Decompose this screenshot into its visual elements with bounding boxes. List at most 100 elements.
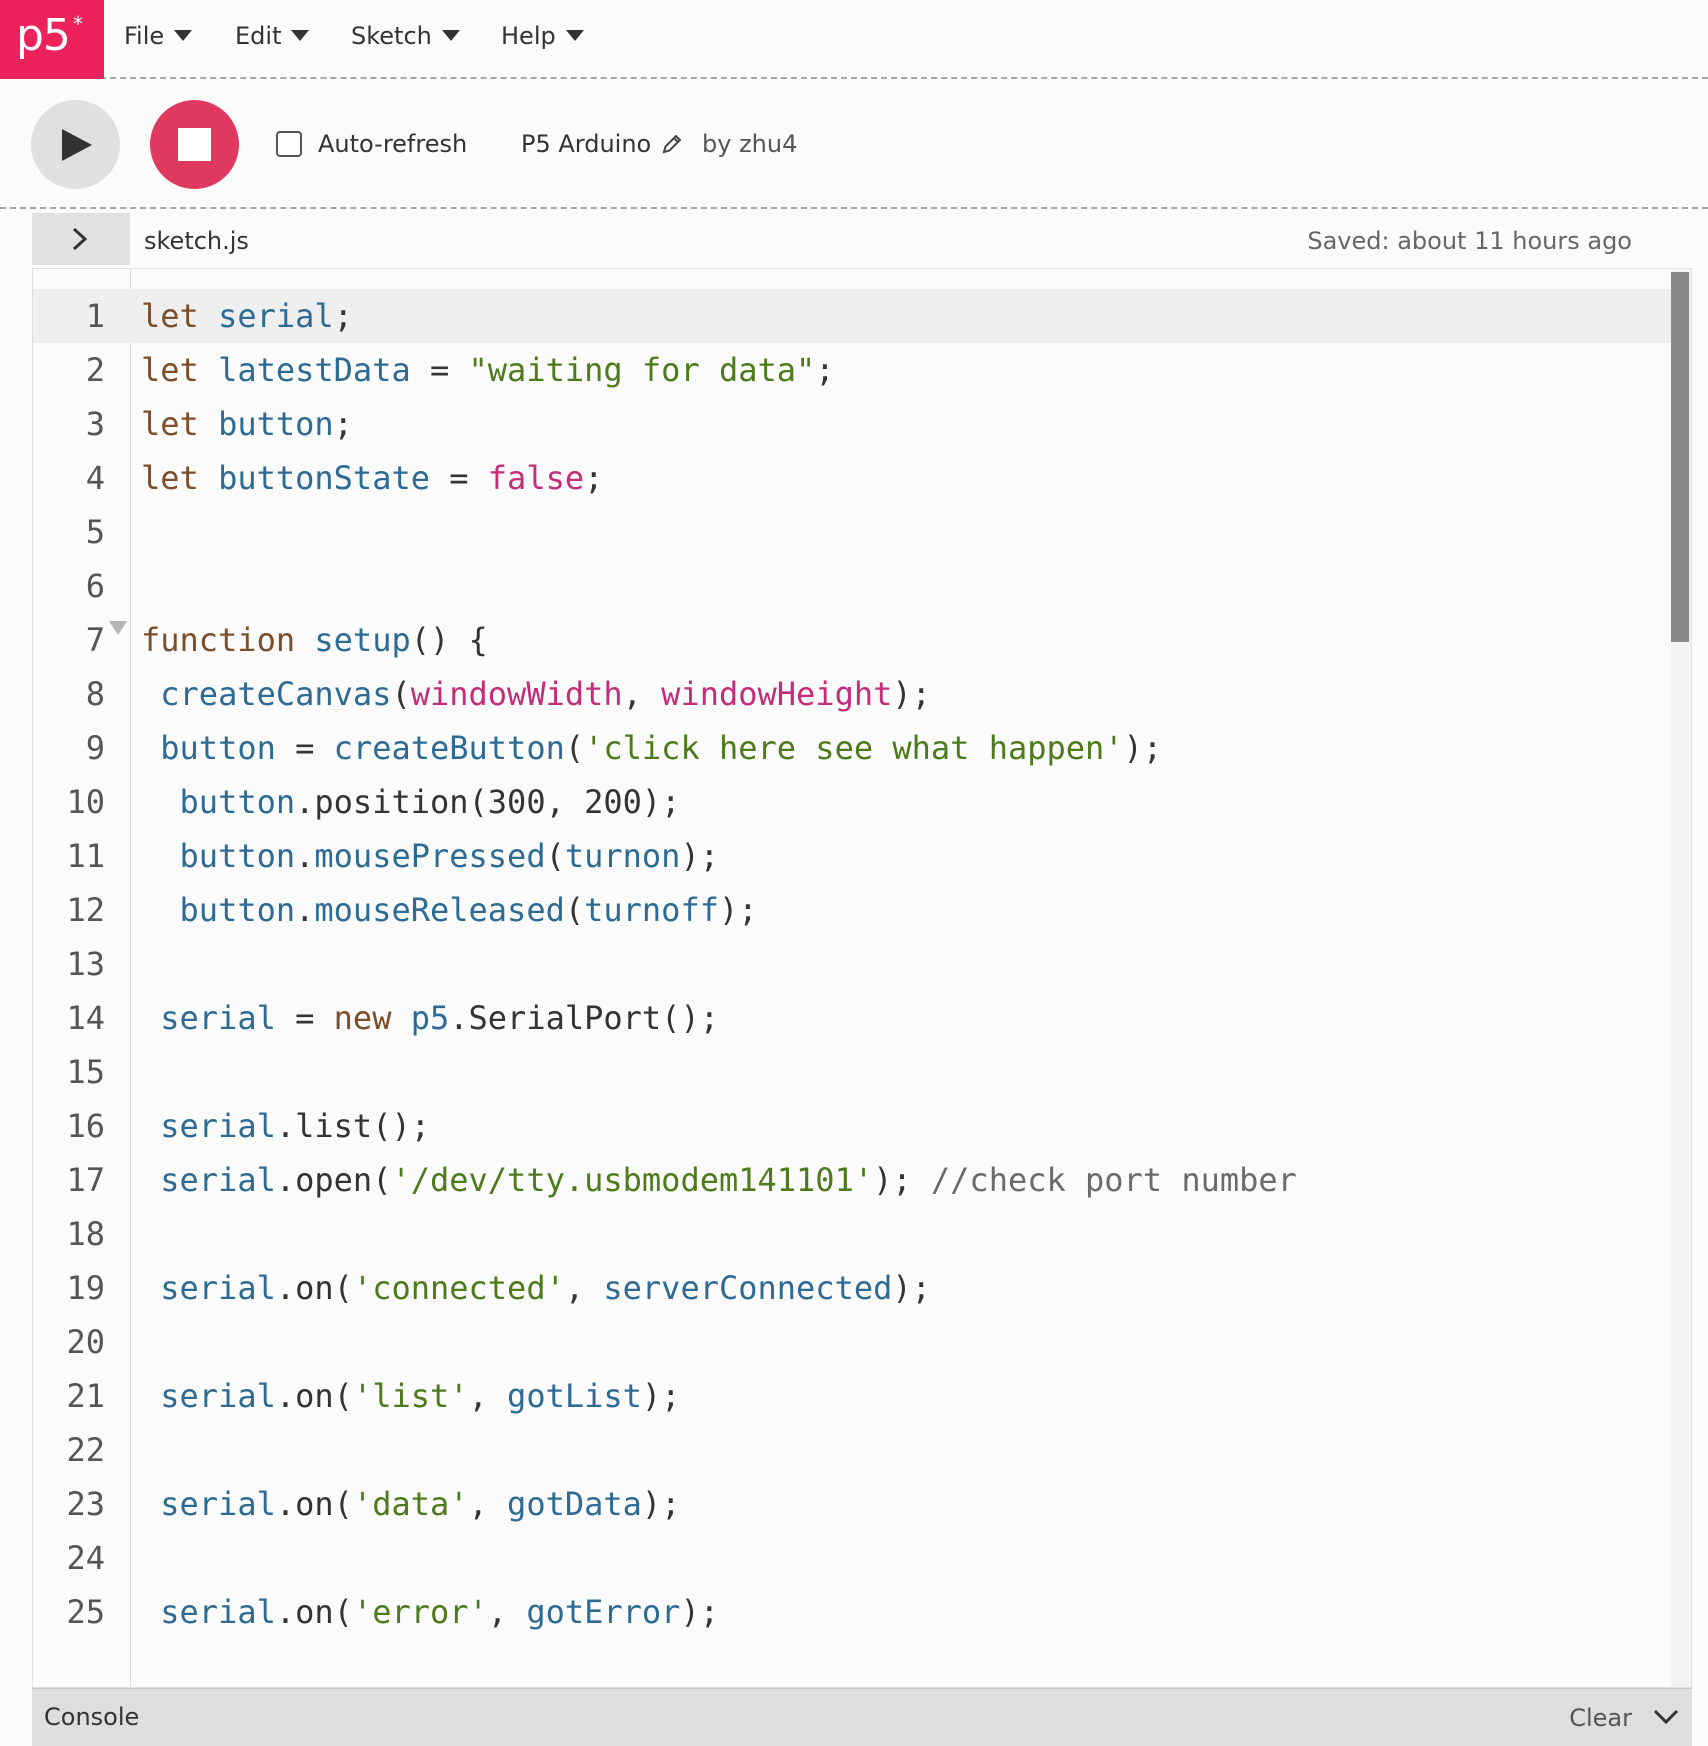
- line-number: 13: [66, 945, 105, 983]
- code-line[interactable]: 5: [33, 505, 1673, 559]
- code-line[interactable]: 20: [33, 1315, 1673, 1369]
- pencil-icon[interactable]: [661, 133, 683, 155]
- console-clear-button[interactable]: Clear: [1569, 1704, 1632, 1732]
- code-token: .open(: [275, 1161, 392, 1199]
- file-tab-sketch[interactable]: sketch.js: [144, 227, 249, 255]
- code-text: serial.on('list', gotList);: [141, 1369, 680, 1423]
- code-line[interactable]: 13: [33, 937, 1673, 991]
- code-line[interactable]: 10 button.position(300, 200);: [33, 775, 1673, 829]
- menu-edit[interactable]: Edit: [235, 22, 310, 50]
- code-token: =: [275, 729, 334, 767]
- code-token: 'error': [352, 1593, 488, 1631]
- project-name[interactable]: P5 Arduino: [521, 130, 651, 158]
- code-line[interactable]: 17 serial.open('/dev/tty.usbmodem141101'…: [33, 1153, 1673, 1207]
- editor-scrollbar-thumb[interactable]: [1671, 272, 1689, 642]
- caret-down-icon: [441, 30, 460, 41]
- sidebar-toggle-button[interactable]: [32, 213, 130, 265]
- line-number: 15: [66, 1053, 105, 1091]
- editor-scrollbar[interactable]: [1671, 269, 1691, 1687]
- code-token: let: [141, 351, 199, 389]
- code-token: windowWidth: [410, 675, 623, 713]
- code-token: button: [218, 405, 334, 443]
- menu-help[interactable]: Help: [501, 22, 584, 50]
- code-line[interactable]: 1 let serial;: [33, 289, 1673, 343]
- code-token: gotError: [526, 1593, 681, 1631]
- code-token: ,: [468, 1377, 508, 1415]
- line-number: 2: [85, 351, 105, 389]
- code-token: .on(: [275, 1377, 353, 1415]
- code-text: function setup() {: [141, 613, 488, 667]
- code-line[interactable]: 8 createCanvas(windowWidth, windowHeight…: [33, 667, 1673, 721]
- auto-refresh-checkbox[interactable]: [276, 131, 302, 157]
- code-line[interactable]: 18: [33, 1207, 1673, 1261]
- code-token: serial: [160, 1161, 276, 1199]
- code-line[interactable]: 11 button.mousePressed(turnon);: [33, 829, 1673, 883]
- code-line[interactable]: 14 serial = new p5.SerialPort();: [33, 991, 1673, 1045]
- code-line[interactable]: 24: [33, 1531, 1673, 1585]
- line-number: 16: [66, 1107, 105, 1145]
- code-token: 'list': [352, 1377, 469, 1415]
- code-line[interactable]: 25 serial.on('error', gotError);: [33, 1585, 1673, 1639]
- code-line[interactable]: 3 let button;: [33, 397, 1673, 451]
- code-line[interactable]: 19 serial.on('connected', serverConnecte…: [33, 1261, 1673, 1315]
- code-token: .on(: [275, 1269, 353, 1307]
- code-line[interactable]: 16 serial.list();: [33, 1099, 1673, 1153]
- code-token: );: [641, 1377, 681, 1415]
- code-text: serial.on('connected', serverConnected);: [141, 1261, 931, 1315]
- code-editor[interactable]: 1 let serial; 2 let latestData = "waiting f…: [32, 268, 1692, 1688]
- play-button[interactable]: [31, 100, 120, 189]
- code-token: serial: [160, 1593, 276, 1631]
- menu-file[interactable]: File: [124, 22, 193, 50]
- code-line[interactable]: 6: [33, 559, 1673, 613]
- line-number: 1: [85, 297, 105, 335]
- fold-arrow-icon[interactable]: [109, 621, 127, 635]
- line-number: 14: [66, 999, 105, 1037]
- code-line[interactable]: 7 function setup() {: [33, 613, 1673, 667]
- code-line[interactable]: 12 button.mouseReleased(turnoff);: [33, 883, 1673, 937]
- code-token: ,: [487, 1593, 527, 1631]
- code-token: serial: [160, 999, 276, 1037]
- toolbar: Auto-refresh P5 Arduino by zhu4: [0, 79, 1708, 209]
- line-number: 5: [85, 513, 105, 551]
- line-number: 22: [66, 1431, 105, 1469]
- code-line[interactable]: 2 let latestData = "waiting for data";: [33, 343, 1673, 397]
- code-line[interactable]: 22: [33, 1423, 1673, 1477]
- code-token: =: [410, 351, 469, 389]
- code-line[interactable]: 4 let buttonState = false;: [33, 451, 1673, 505]
- code-token: .on(: [275, 1485, 353, 1523]
- line-number: 7: [85, 621, 105, 659]
- code-line[interactable]: 15: [33, 1045, 1673, 1099]
- code-token: () {: [410, 621, 488, 659]
- code-line[interactable]: 23 serial.on('data', gotData);: [33, 1477, 1673, 1531]
- code-token: );: [892, 1269, 931, 1307]
- saved-status: Saved: about 11 hours ago: [1307, 227, 1632, 255]
- code-token: let: [141, 405, 199, 443]
- p5-logo[interactable]: p5 *: [0, 0, 104, 79]
- code-token: let: [141, 297, 199, 335]
- code-text: let buttonState = false;: [141, 451, 603, 505]
- code-token: setup: [314, 621, 411, 659]
- logo-text: p5: [16, 10, 71, 61]
- stop-button[interactable]: [150, 100, 239, 189]
- project-owner: by zhu4: [702, 130, 798, 158]
- chevron-down-icon[interactable]: [1652, 1707, 1680, 1727]
- code-line[interactable]: 21 serial.on('list', gotList);: [33, 1369, 1673, 1423]
- code-text: serial.open('/dev/tty.usbmodem141101'); …: [141, 1153, 1297, 1207]
- stop-icon: [178, 128, 211, 161]
- chevron-right-icon: [72, 227, 88, 251]
- line-number: 24: [66, 1539, 105, 1577]
- code-text: serial.on('data', gotData);: [141, 1477, 680, 1531]
- code-token: ;: [333, 405, 353, 443]
- code-text: serial.on('error', gotError);: [141, 1585, 719, 1639]
- code-token: );: [1123, 729, 1163, 767]
- code-line[interactable]: 9 button = createButton('click here see …: [33, 721, 1673, 775]
- code-token: createCanvas: [160, 675, 392, 713]
- menu-sketch[interactable]: Sketch: [351, 22, 460, 50]
- code-token: .SerialPort();: [449, 999, 719, 1037]
